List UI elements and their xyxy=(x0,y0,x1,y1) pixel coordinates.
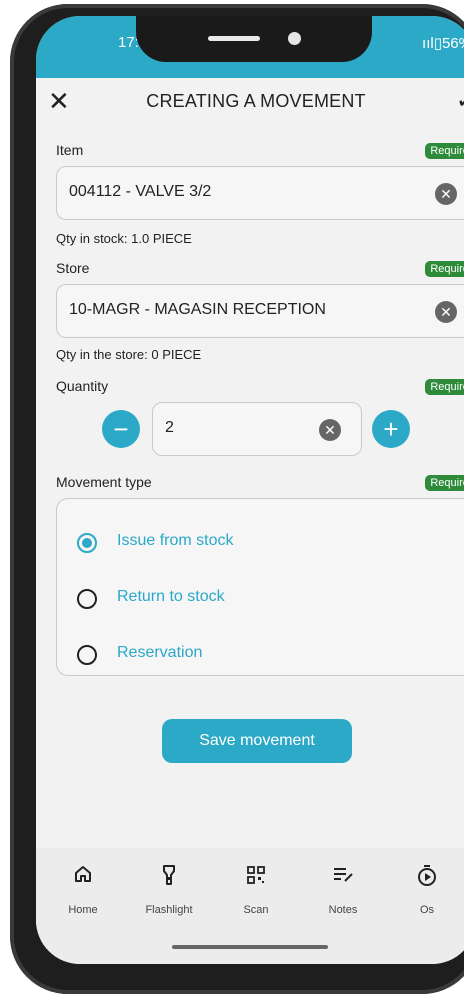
clear-store-icon[interactable]: ✕ xyxy=(435,301,457,323)
flashlight-icon xyxy=(134,864,204,892)
home-icon xyxy=(48,864,118,892)
status-indicators: ııl▯56% xyxy=(422,35,464,52)
clear-quantity-icon[interactable]: ✕ xyxy=(319,419,341,441)
store-field[interactable]: 10-MAGR - MAGASIN RECEPTION ✕ xyxy=(56,284,464,338)
movement-type-group: Issue from stock Return to stock Reserva… xyxy=(56,498,464,676)
radio-label-reservation[interactable]: Reservation xyxy=(117,644,202,662)
radio-unselected-icon[interactable] xyxy=(77,645,97,665)
app-screen: 17: ııl▯56% ✕ CREATING A MOVEMENT ✓ Item… xyxy=(36,16,464,964)
radio-selected-icon[interactable] xyxy=(77,533,97,553)
nav-home[interactable]: Home xyxy=(48,864,118,916)
radio-label-issue[interactable]: Issue from stock xyxy=(117,532,233,550)
item-required-badge: Required xyxy=(425,143,464,159)
home-indicator[interactable] xyxy=(172,945,328,949)
movement-type-required-badge: Required xyxy=(425,475,464,491)
timer-icon xyxy=(392,864,462,892)
nav-scan[interactable]: Scan xyxy=(221,864,291,916)
nav-scan-label: Scan xyxy=(243,904,269,916)
nav-os-label: Os xyxy=(419,904,435,916)
phone-volume-up xyxy=(16,200,22,278)
quantity-required-badge: Required xyxy=(425,379,464,395)
speaker-grille xyxy=(208,36,260,41)
store-stock-hint: Qty in the store: 0 PIECE xyxy=(56,347,202,362)
store-label: Store xyxy=(56,260,90,276)
front-camera xyxy=(288,32,301,45)
phone-volume-down xyxy=(16,292,22,370)
bottom-nav: Home Flashlight Scan Notes Os xyxy=(36,848,464,964)
radio-unselected-icon[interactable] xyxy=(77,589,97,609)
item-stock-hint: Qty in stock: 1.0 PIECE xyxy=(56,231,192,246)
nav-notes[interactable]: Notes xyxy=(308,864,378,916)
notch xyxy=(136,16,372,62)
store-required-badge: Required xyxy=(425,261,464,277)
item-field[interactable]: 004112 - VALVE 3/2 ✕ xyxy=(56,166,464,220)
quantity-label: Quantity xyxy=(56,378,109,394)
quantity-input[interactable]: 2 ✕ xyxy=(152,402,362,456)
increment-button[interactable]: + xyxy=(372,410,410,448)
header: ✕ CREATING A MOVEMENT ✓ xyxy=(36,78,464,132)
movement-type-label: Movement type xyxy=(56,474,152,490)
quantity-value: 2 xyxy=(165,419,174,436)
status-bar: 17: ııl▯56% xyxy=(36,16,464,78)
nav-flashlight-label: Flashlight xyxy=(145,904,193,916)
nav-flashlight[interactable]: Flashlight xyxy=(134,864,204,916)
confirm-check-icon[interactable]: ✓ xyxy=(456,86,464,115)
qr-scan-icon xyxy=(221,864,291,892)
nav-notes-label: Notes xyxy=(328,904,358,916)
radio-label-return[interactable]: Return to stock xyxy=(117,588,225,606)
page-title: CREATING A MOVEMENT xyxy=(146,91,366,111)
item-label: Item xyxy=(56,142,84,158)
nav-os[interactable]: Os xyxy=(392,864,462,916)
phone-side-button xyxy=(16,128,22,174)
clear-item-icon[interactable]: ✕ xyxy=(435,183,457,205)
store-value: 10-MAGR - MAGASIN RECEPTION xyxy=(69,301,326,318)
save-movement-button[interactable]: Save movement xyxy=(162,719,352,763)
decrement-button[interactable]: − xyxy=(102,410,140,448)
item-value: 004112 - VALVE 3/2 xyxy=(69,183,212,200)
notes-icon xyxy=(308,864,378,892)
nav-home-label: Home xyxy=(68,904,98,916)
